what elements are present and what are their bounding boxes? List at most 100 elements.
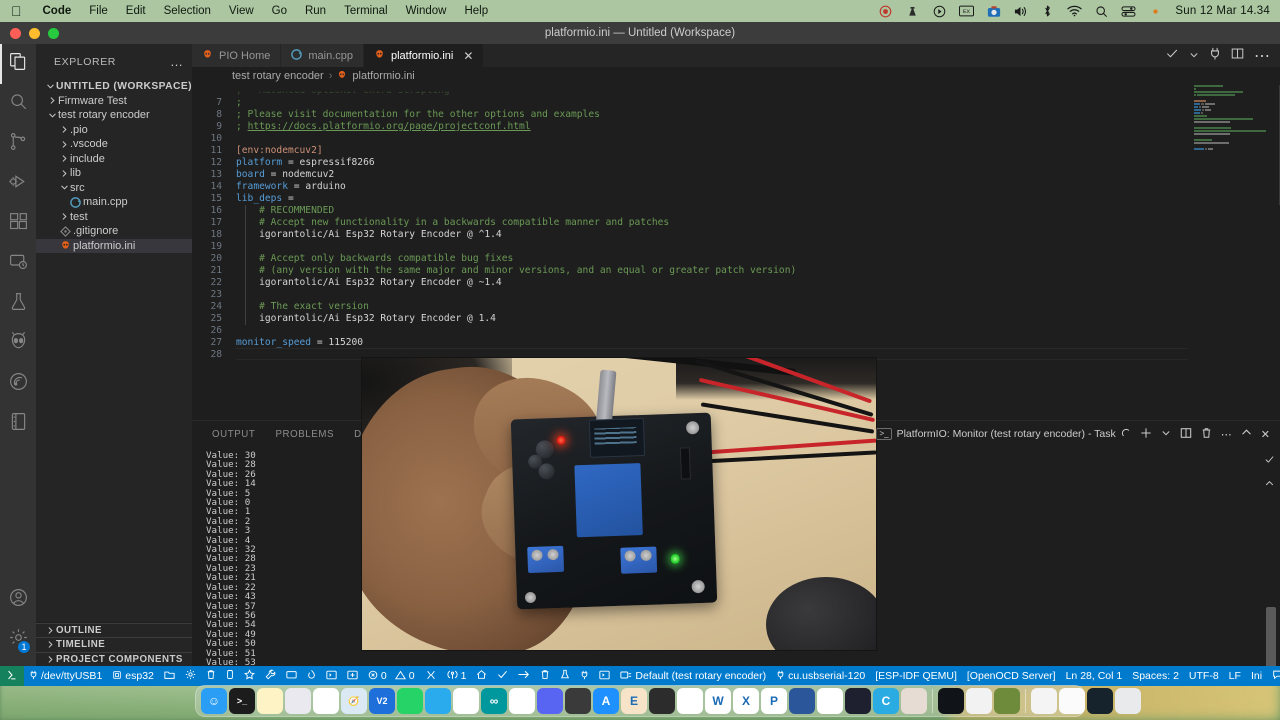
- tree-item-main-cpp[interactable]: main.cpp: [36, 195, 192, 210]
- kill-terminal-icon[interactable]: [1201, 427, 1212, 442]
- breadcrumb[interactable]: test rotary encoder › platformio.ini: [192, 67, 1280, 85]
- menu-item-terminal[interactable]: Terminal: [335, 5, 396, 17]
- discord-icon[interactable]: [537, 688, 563, 714]
- split-terminal-icon[interactable]: [1180, 427, 1192, 442]
- menu-item-edit[interactable]: Edit: [117, 5, 155, 17]
- sidebar-item-source-control[interactable]: [0, 124, 36, 164]
- sidebar-item-platformio[interactable]: [0, 324, 36, 364]
- tree-item-platformio-ini[interactable]: platformio.ini: [36, 239, 192, 254]
- minimap[interactable]: [1188, 85, 1280, 420]
- apple-logo-icon[interactable]: : [0, 4, 34, 18]
- anime-avatar-icon[interactable]: [901, 688, 927, 714]
- telegram-icon[interactable]: [425, 688, 451, 714]
- terminal-scrollbar[interactable]: [1266, 607, 1276, 666]
- status-pio-open-folder[interactable]: [159, 666, 180, 686]
- arduino-icon[interactable]: ∞: [481, 688, 507, 714]
- code-line[interactable]: [236, 241, 1188, 253]
- status-build-button[interactable]: [492, 666, 513, 686]
- sidebar-section-timeline[interactable]: TIMELINE: [36, 637, 192, 652]
- new-terminal-icon[interactable]: [1140, 427, 1152, 442]
- tree-item-include[interactable]: include: [36, 152, 192, 167]
- tab-main-cpp[interactable]: main.cpp: [281, 44, 364, 67]
- close-icon[interactable]: ✕: [463, 50, 473, 62]
- code-line[interactable]: [env:nodemcuv2]: [236, 145, 1188, 157]
- status-pio-favorites[interactable]: [239, 666, 260, 686]
- code-line[interactable]: platform = espressif8266: [236, 157, 1188, 169]
- spiral-app-icon[interactable]: [565, 688, 591, 714]
- wifi-icon[interactable]: [1067, 4, 1082, 19]
- trash-icon[interactable]: [1115, 688, 1141, 714]
- tree-item-gitignore[interactable]: .gitignore: [36, 224, 192, 239]
- status-pio-settings[interactable]: [180, 666, 201, 686]
- remote-window-button[interactable]: [0, 666, 24, 686]
- app-store-icon[interactable]: A: [593, 688, 619, 714]
- word-icon[interactable]: W: [705, 688, 731, 714]
- code-line[interactable]: # The exact version: [236, 301, 1188, 313]
- status-project-env[interactable]: Default (test rotary encoder): [615, 666, 771, 686]
- account-button[interactable]: [0, 580, 36, 620]
- powershell-icon[interactable]: [789, 688, 815, 714]
- tree-item-lib[interactable]: lib: [36, 166, 192, 181]
- chrome-icon[interactable]: [453, 688, 479, 714]
- status-pio-new-terminal[interactable]: [342, 666, 363, 686]
- code-line[interactable]: ; Please visit documentation for the oth…: [236, 109, 1188, 121]
- control-center-icon[interactable]: [1121, 4, 1136, 19]
- split-editor-icon[interactable]: [1231, 47, 1244, 65]
- safari-icon[interactable]: 🧭: [341, 688, 367, 714]
- sidebar-item-explorer[interactable]: [0, 44, 36, 84]
- breadcrumb-file[interactable]: platformio.ini: [352, 70, 414, 82]
- menu-item-view[interactable]: View: [220, 5, 263, 17]
- bluetooth-icon[interactable]: [1040, 4, 1055, 19]
- status-serial-monitor-count[interactable]: 1: [442, 666, 472, 686]
- status-clean-button[interactable]: [535, 666, 555, 686]
- code-line[interactable]: [236, 289, 1188, 301]
- status-feedback[interactable]: [1267, 666, 1280, 686]
- status-test-button[interactable]: [555, 666, 575, 686]
- numbers-icon[interactable]: [677, 688, 703, 714]
- status-pio-flash[interactable]: [221, 666, 239, 686]
- build-check-icon[interactable]: [1166, 47, 1179, 65]
- tab-output[interactable]: OUTPUT: [202, 429, 265, 440]
- status-encoding[interactable]: UTF-8: [1184, 666, 1224, 686]
- camera-folder-icon[interactable]: [649, 688, 675, 714]
- inkscape-icon[interactable]: [817, 688, 843, 714]
- sidebar-item-espressif[interactable]: [0, 364, 36, 404]
- activity-monitor-icon[interactable]: [938, 688, 964, 714]
- tab-problems[interactable]: PROBLEMS: [265, 429, 344, 440]
- status-esp-idf-qemu[interactable]: [ESP-IDF QEMU]: [870, 666, 962, 686]
- document-icon[interactable]: [1059, 688, 1085, 714]
- menu-item-code[interactable]: Code: [34, 5, 81, 17]
- code-line[interactable]: ;: [236, 97, 1188, 109]
- menu-item-file[interactable]: File: [80, 5, 117, 17]
- v2rayu-icon[interactable]: V2: [369, 688, 395, 714]
- excel-icon[interactable]: X: [733, 688, 759, 714]
- chevron-down-icon[interactable]: [1161, 428, 1171, 441]
- sidebar-item-run-debug[interactable]: [0, 164, 36, 204]
- status-platformio-home[interactable]: [420, 666, 442, 686]
- terminal-selector[interactable]: >_ PlatformIO: Monitor (test rotary enco…: [876, 428, 1130, 441]
- powerpoint-icon[interactable]: P: [761, 688, 787, 714]
- camera-app-icon[interactable]: [986, 4, 1001, 19]
- more-actions-icon[interactable]: ⋯: [1254, 46, 1270, 66]
- status-pio-home-button[interactable]: [471, 666, 492, 686]
- notes-icon[interactable]: [257, 688, 283, 714]
- status-upload-button[interactable]: [513, 666, 535, 686]
- minimap-slider[interactable]: [1188, 85, 1280, 205]
- sidebar-section-outline[interactable]: OUTLINE: [36, 623, 192, 638]
- code-line[interactable]: igorantolic/Ai Esp32 Rotary Encoder @ ~1…: [236, 277, 1188, 289]
- code-line[interactable]: # Accept new functionality in a backward…: [236, 217, 1188, 229]
- tree-item-src[interactable]: src: [36, 181, 192, 196]
- upload-plug-icon[interactable]: [1209, 47, 1221, 65]
- status-openocd-server[interactable]: [OpenOCD Server]: [962, 666, 1061, 686]
- status-pio-clean[interactable]: [201, 666, 221, 686]
- code-line[interactable]: igorantolic/Ai Esp32 Rotary Encoder @ ^1…: [236, 229, 1188, 241]
- sidebar-section-project-components[interactable]: PROJECT COMPONENTS: [36, 652, 192, 667]
- status-usb-device[interactable]: cu.usbserial-120: [771, 666, 870, 686]
- app-grid-icon[interactable]: [994, 688, 1020, 714]
- terminal-chevron-icon[interactable]: [1265, 475, 1274, 493]
- terminal-check-icon[interactable]: [1265, 451, 1274, 469]
- terminal-icon[interactable]: >_: [229, 688, 255, 714]
- easyeda-icon[interactable]: E: [621, 688, 647, 714]
- maximize-panel-icon[interactable]: [1241, 427, 1252, 441]
- status-pio-build[interactable]: [260, 666, 281, 686]
